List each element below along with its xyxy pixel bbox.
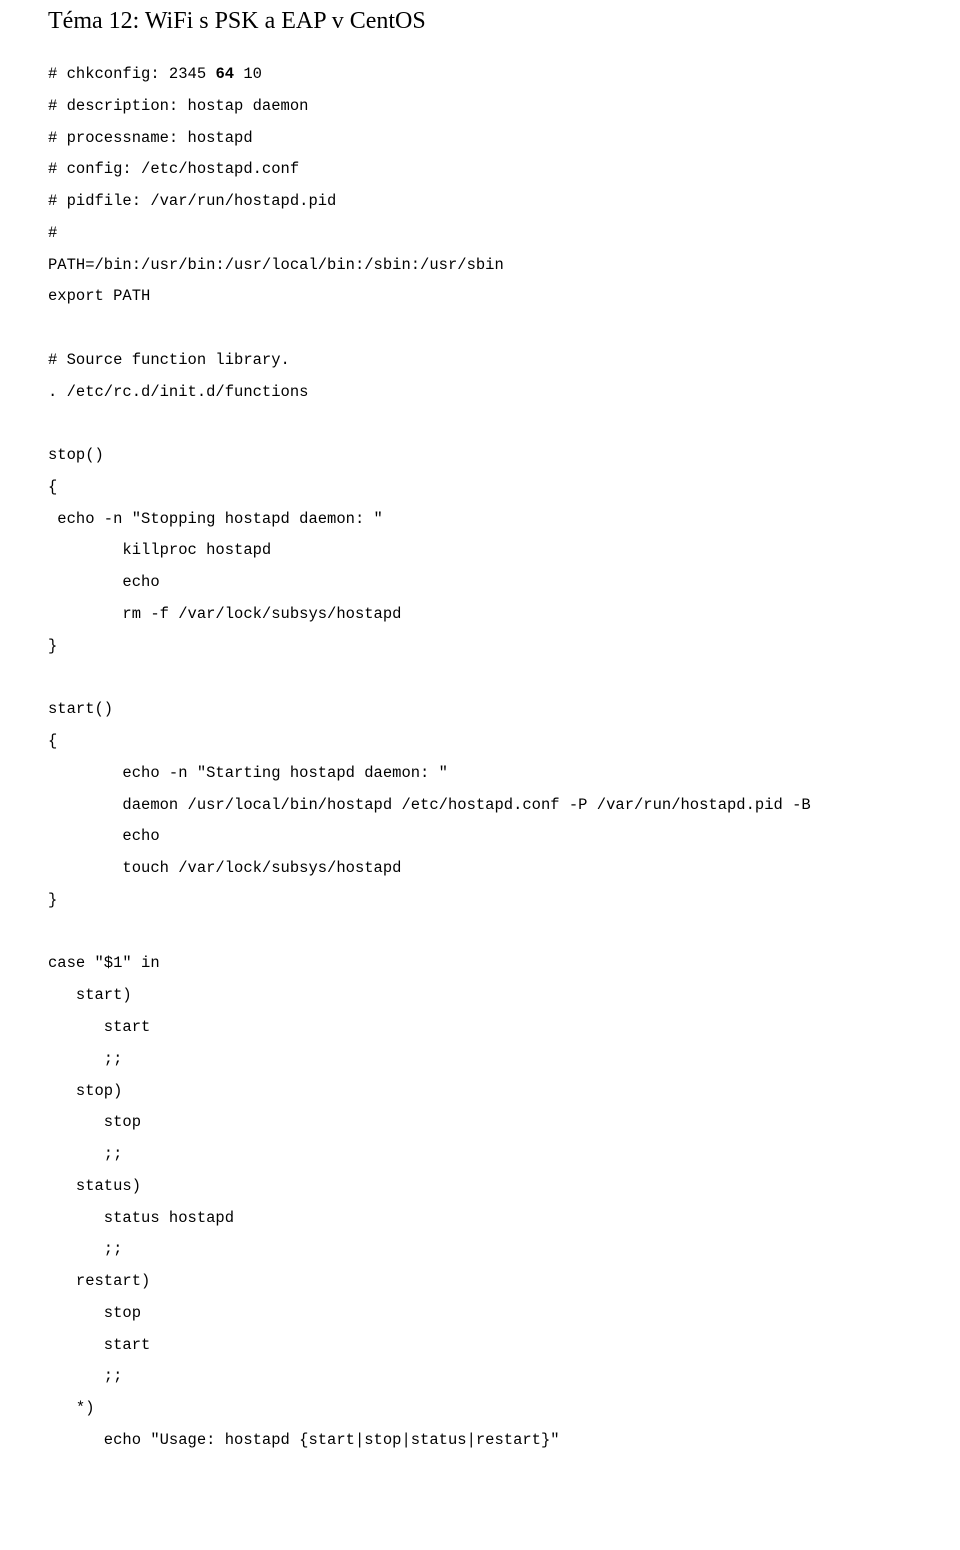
code-line: # pidfile: /var/run/hostapd.pid [48, 192, 336, 210]
code-line: ;; [48, 1145, 122, 1163]
code-line: echo "Usage: hostapd {start|stop|status|… [48, 1431, 560, 1449]
code-line: # processname: hostapd [48, 129, 253, 147]
code-line: # description: hostap daemon [48, 97, 308, 115]
code-line: 10 [234, 65, 262, 83]
code-line: PATH=/bin:/usr/bin:/usr/local/bin:/sbin:… [48, 256, 504, 274]
code-line: start [48, 1018, 150, 1036]
code-line: case "$1" in [48, 954, 160, 972]
page-title: Téma 12: WiFi s PSK a EAP v CentOS [48, 0, 912, 35]
code-line: daemon /usr/local/bin/hostapd /etc/hosta… [48, 796, 811, 814]
code-line: status hostapd [48, 1209, 234, 1227]
code-line: echo -n "Starting hostapd daemon: " [48, 764, 448, 782]
code-line: ;; [48, 1240, 122, 1258]
code-line: restart) [48, 1272, 150, 1290]
code-line: # config: /etc/hostapd.conf [48, 160, 299, 178]
code-line: start() [48, 700, 113, 718]
code-line: touch /var/lock/subsys/hostapd [48, 859, 401, 877]
code-line: status) [48, 1177, 141, 1195]
code-bold: 64 [215, 65, 234, 83]
code-line: killproc hostapd [48, 541, 271, 559]
code-line: echo [48, 573, 160, 591]
code-block: # chkconfig: 2345 64 10 # description: h… [48, 59, 912, 1457]
code-line: } [48, 637, 57, 655]
code-line: { [48, 478, 57, 496]
code-line: stop [48, 1304, 141, 1322]
code-line: echo [48, 827, 160, 845]
code-line: stop [48, 1113, 141, 1131]
code-line: start [48, 1336, 150, 1354]
code-line: *) [48, 1399, 95, 1417]
code-line: . /etc/rc.d/init.d/functions [48, 383, 308, 401]
code-line: export PATH [48, 287, 150, 305]
code-line: # chkconfig: 2345 [48, 65, 215, 83]
code-line: start) [48, 986, 132, 1004]
code-line: # Source function library. [48, 351, 290, 369]
code-line: stop) [48, 1082, 122, 1100]
document-page: Téma 12: WiFi s PSK a EAP v CentOS # chk… [0, 0, 960, 1505]
code-line: stop() [48, 446, 104, 464]
code-line: ;; [48, 1367, 122, 1385]
code-line: echo -n "Stopping hostapd daemon: " [48, 510, 383, 528]
code-line: } [48, 891, 57, 909]
code-line: rm -f /var/lock/subsys/hostapd [48, 605, 401, 623]
code-line: { [48, 732, 57, 750]
code-line: # [48, 224, 57, 242]
code-line: ;; [48, 1050, 122, 1068]
